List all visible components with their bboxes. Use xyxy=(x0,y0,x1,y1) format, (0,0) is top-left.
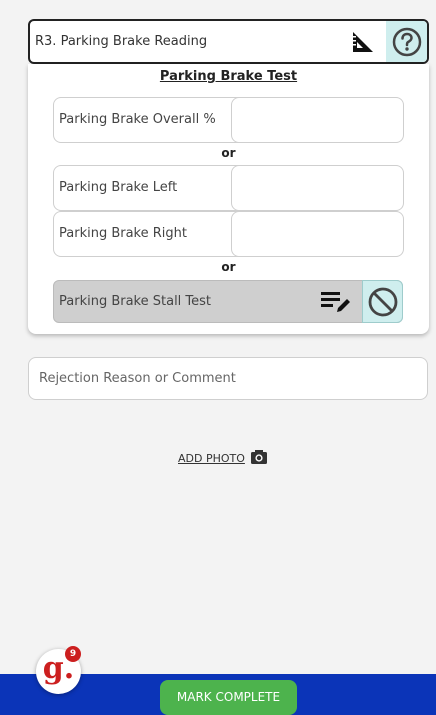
notification-badge: 9 xyxy=(65,646,81,662)
stall-test-row[interactable]: Parking Brake Stall Test xyxy=(53,280,403,323)
field-overall-label: Parking Brake Overall % xyxy=(59,112,216,127)
ruler-triangle-icon[interactable] xyxy=(340,21,386,62)
panel-title: Parking Brake Test xyxy=(159,69,298,84)
app-logo[interactable]: g. 9 xyxy=(36,646,81,694)
right-input[interactable] xyxy=(231,211,404,257)
help-circle-icon[interactable] xyxy=(386,21,427,62)
field-left: Parking Brake Left xyxy=(53,165,404,211)
camera-icon[interactable] xyxy=(250,449,267,468)
field-right: Parking Brake Right xyxy=(53,211,404,257)
add-photo-button[interactable]: ADD PHOTO xyxy=(178,448,267,468)
overall-input[interactable] xyxy=(231,97,404,143)
field-overall: Parking Brake Overall % xyxy=(53,97,404,143)
add-photo-label[interactable]: ADD PHOTO xyxy=(178,452,245,465)
reading-title: R3. Parking Brake Reading xyxy=(35,34,208,49)
stall-test-label: Parking Brake Stall Test xyxy=(59,294,212,309)
field-right-label: Parking Brake Right xyxy=(59,226,187,241)
or-separator: or xyxy=(221,260,236,274)
reading-header[interactable]: R3. Parking Brake Reading xyxy=(28,19,429,64)
edit-notes-icon[interactable] xyxy=(318,286,354,316)
mark-complete-button[interactable]: MARK COMPLETE xyxy=(160,680,297,715)
or-separator: or xyxy=(221,146,236,160)
field-left-label: Parking Brake Left xyxy=(59,180,178,195)
parking-brake-panel: Parking Brake Test Parking Brake Overall… xyxy=(28,64,429,334)
left-input[interactable] xyxy=(231,165,404,211)
rejection-comment-input[interactable]: Rejection Reason or Comment xyxy=(28,357,428,400)
not-applicable-icon[interactable] xyxy=(362,280,403,323)
